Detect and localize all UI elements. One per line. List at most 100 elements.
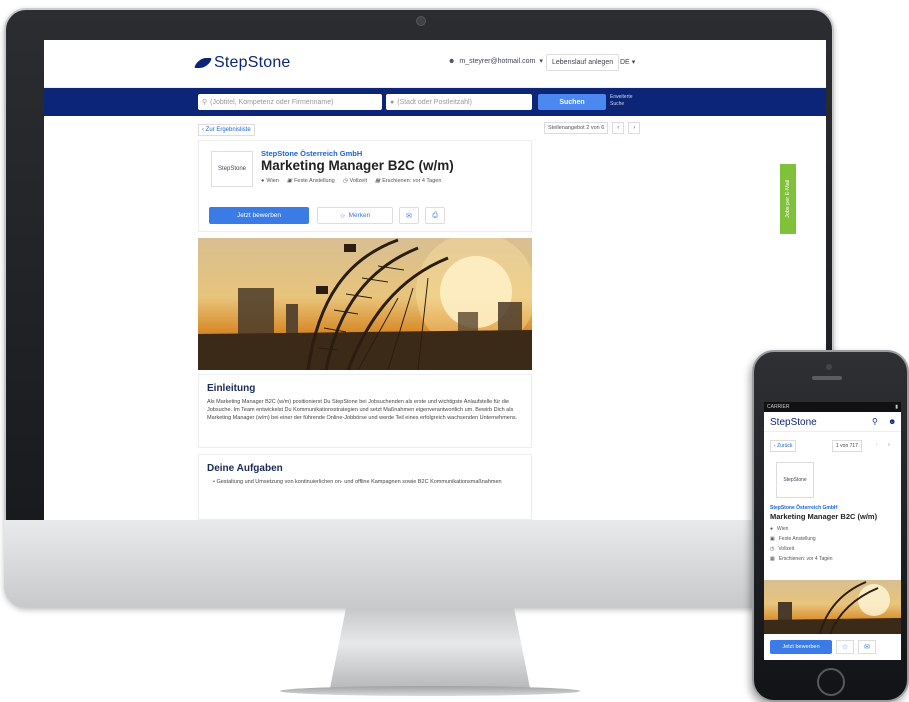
task-list-item: • Gestaltung und Umsetzung von kontinuie… bbox=[213, 479, 502, 485]
advanced-search-link[interactable]: Erweiterte Suche bbox=[610, 94, 633, 108]
language-select[interactable]: DE ▾ bbox=[620, 58, 635, 66]
briefcase-icon: ▣ bbox=[770, 536, 775, 542]
intro-section: Einleitung Als Marketing Manager B2C (w/… bbox=[198, 374, 532, 448]
phone-ferris-wheel-image bbox=[764, 581, 901, 634]
phone-back-button[interactable]: ‹ Zurück bbox=[770, 440, 797, 452]
search-icon[interactable]: ⚲ bbox=[872, 417, 878, 426]
phone-meta-published: ▦ Erschienen: vor 4 Tagen bbox=[770, 556, 833, 562]
job-pager: Stellenangebot 2 von 6 ‹ › bbox=[544, 122, 641, 134]
search-bar: ⚲ (Jobtitel, Kompetenz oder Firmenname) … bbox=[44, 88, 826, 116]
star-icon: ☆ bbox=[841, 644, 849, 651]
phone-speaker bbox=[812, 376, 842, 380]
phone-home-button[interactable] bbox=[817, 668, 845, 696]
phone-save-button[interactable]: ☆ bbox=[836, 640, 854, 654]
job-meta: ● Wien ▣ Feste Anstellung ◷ Vollzeit ▦ Ersch… bbox=[261, 178, 441, 184]
tasks-section: Deine Aufgaben • Gestaltung und Umsetzun… bbox=[198, 454, 532, 520]
user-menu[interactable]: ☻ m_steyrer@hotmail.com ▾ bbox=[448, 57, 543, 66]
phone-hero-image bbox=[764, 580, 901, 634]
phone-meta-location: ● Wien bbox=[770, 526, 788, 532]
phone-meta-worktime: ◷ Vollzeit bbox=[770, 546, 794, 552]
phone-email-button[interactable]: ✉ bbox=[858, 640, 876, 654]
clock-icon: ◷ bbox=[770, 546, 775, 552]
apply-button[interactable]: Jetzt bewerben bbox=[209, 207, 309, 224]
site-header: StepStone ☻ m_steyrer@hotmail.com ▾ Lebe… bbox=[44, 40, 826, 88]
imac-chin bbox=[4, 520, 834, 608]
phone-job-count: 1 von 717 bbox=[832, 440, 862, 452]
meta-published: ▦ Erschienen: vor 4 Tagen bbox=[375, 178, 441, 184]
company-name-link[interactable]: StepStone Österreich GmbH bbox=[261, 149, 362, 158]
language-value: DE bbox=[620, 59, 630, 66]
location-pin-icon: ● bbox=[390, 98, 395, 106]
phone-apply-button[interactable]: Jetzt bewerben bbox=[770, 640, 832, 654]
calendar-icon: ▦ bbox=[770, 556, 775, 562]
stepstone-logo[interactable]: StepStone bbox=[194, 54, 291, 72]
location-text: Wien bbox=[266, 178, 279, 184]
phone-location-text: Wien bbox=[777, 526, 789, 532]
phone-job-title: Marketing Manager B2C (w/m) bbox=[770, 512, 878, 521]
save-job-button[interactable]: ☆ Merken bbox=[317, 207, 393, 224]
star-icon: ☆ bbox=[339, 212, 346, 220]
clock-icon: ◷ bbox=[342, 178, 348, 184]
location-pin-icon: ● bbox=[261, 178, 265, 184]
imac-stand-foot bbox=[280, 686, 580, 696]
calendar-icon: ▦ bbox=[374, 178, 381, 184]
battery-icon: ▮ bbox=[895, 404, 898, 410]
phone-screen: CARRIER ▮ StepStone ⚲ ☻ ‹ Zurück 1 von 7… bbox=[764, 402, 901, 660]
chevron-down-icon: ▾ bbox=[631, 59, 636, 66]
user-icon: ☻ bbox=[448, 57, 456, 65]
company-logo-text: StepStone bbox=[217, 166, 247, 172]
task-item-text: Gestaltung und Umsetzung von kontinuierl… bbox=[216, 479, 502, 485]
phone-prev-button[interactable]: ‹ bbox=[874, 440, 880, 450]
phone-company-logo-text: StepStone bbox=[783, 477, 807, 483]
tasks-heading: Deine Aufgaben bbox=[207, 463, 283, 474]
job-search-placeholder: (Jobtitel, Kompetenz oder Firmenname) bbox=[210, 98, 334, 106]
phone-frame: CARRIER ▮ StepStone ⚲ ☻ ‹ Zurück 1 von 7… bbox=[752, 350, 909, 702]
email-job-button[interactable]: ✉ bbox=[399, 207, 419, 224]
stepstone-logo-icon bbox=[194, 58, 212, 68]
phone-nav: ‹ Zurück 1 von 717 ‹ › bbox=[770, 440, 896, 452]
create-cv-button[interactable]: Lebenslauf anlegen bbox=[546, 54, 620, 71]
chevron-left-icon: ‹ bbox=[774, 443, 776, 449]
search-icon: ⚲ bbox=[202, 99, 208, 106]
envelope-icon: ✉ bbox=[406, 212, 412, 220]
location-pin-icon: ● bbox=[770, 526, 774, 532]
intro-text: Als Marketing Manager B2C (w/m) position… bbox=[207, 399, 518, 421]
job-hero-image bbox=[198, 238, 532, 370]
briefcase-icon: ▣ bbox=[286, 178, 293, 184]
print-icon: ⎙ bbox=[432, 211, 438, 219]
worktime-text: Vollzeit bbox=[349, 178, 367, 184]
advanced-search-label-1: Erweiterte bbox=[610, 94, 633, 100]
location-search-input[interactable]: ● (Stadt oder Postleitzahl) bbox=[386, 94, 532, 110]
back-to-results-link[interactable]: ‹ Zur Ergebnisliste bbox=[198, 124, 255, 136]
desktop-screen: StepStone ☻ m_steyrer@hotmail.com ▾ Lebe… bbox=[44, 40, 826, 520]
meta-worktime: ◷ Vollzeit bbox=[343, 178, 367, 184]
phone-back-label: Zurück bbox=[777, 443, 793, 449]
phone-logo[interactable]: StepStone bbox=[770, 417, 817, 428]
phone-company-name[interactable]: StepStone Österreich GmbH bbox=[770, 505, 838, 511]
phone-contract-text: Feste Anstellung bbox=[778, 536, 816, 542]
phone-company-logo[interactable]: StepStone bbox=[776, 462, 814, 498]
chevron-left-icon: ‹ bbox=[202, 127, 204, 133]
envelope-icon: ✉ bbox=[864, 644, 870, 651]
jobs-by-email-tab[interactable]: Jobs per E-Mail bbox=[780, 164, 796, 234]
meta-location: ● Wien bbox=[261, 178, 279, 184]
meta-contract: ▣ Feste Anstellung bbox=[287, 178, 335, 184]
prev-job-button[interactable]: ‹ bbox=[612, 122, 625, 134]
ferris-wheel-image bbox=[198, 238, 532, 370]
phone-meta-contract: ▣ Feste Anstellung bbox=[770, 536, 816, 542]
back-to-results-label: Zur Ergebnisliste bbox=[205, 127, 251, 133]
user-icon[interactable]: ☻ bbox=[888, 417, 896, 426]
print-job-button[interactable]: ⎙ bbox=[425, 207, 445, 224]
logo-text: StepStone bbox=[214, 54, 291, 71]
advanced-search-label-2: Suche bbox=[610, 101, 625, 107]
company-logo[interactable]: StepStone bbox=[211, 151, 253, 187]
job-header-card: StepStone StepStone Österreich GmbH Mark… bbox=[198, 140, 532, 232]
search-button[interactable]: Suchen bbox=[538, 94, 606, 110]
next-job-button[interactable]: › bbox=[628, 122, 641, 134]
save-job-label: Merken bbox=[348, 212, 371, 219]
phone-next-button[interactable]: › bbox=[886, 440, 892, 450]
imac-stand bbox=[330, 608, 530, 688]
phone-status-bar: CARRIER ▮ bbox=[764, 402, 901, 412]
job-search-input[interactable]: ⚲ (Jobtitel, Kompetenz oder Firmenname) bbox=[198, 94, 382, 110]
chevron-down-icon: ▾ bbox=[539, 58, 543, 65]
